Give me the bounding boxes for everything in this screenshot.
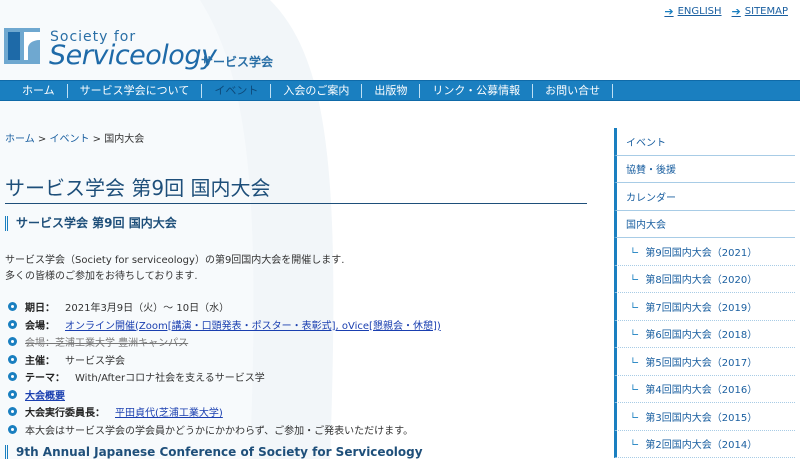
list-item-host: 主催： サービス学会 bbox=[8, 351, 441, 369]
sidebar-item-events[interactable]: イベント bbox=[614, 128, 795, 156]
bullet-icon bbox=[8, 354, 17, 364]
host-value: サービス学会 bbox=[65, 355, 125, 367]
sidebar-subitem-label: 第7回国内大会（2019） bbox=[645, 302, 758, 314]
chair-link[interactable]: 平田貞代(芝浦工業大学) bbox=[115, 404, 223, 419]
corner-icon: ∟ bbox=[631, 300, 640, 312]
sidebar-subitem-label: 第8回国内大会（2020） bbox=[645, 275, 758, 287]
bullet-icon bbox=[8, 372, 17, 382]
list-item-venue: 会場： オンライン開催(Zoom[講演・口頭発表・ポスター・表彰式], oVic… bbox=[8, 316, 441, 334]
sitemap-link[interactable]: ➔ SITEMAP bbox=[732, 5, 788, 18]
date-value: 2021年3月9日（火）～ 10日（水） bbox=[65, 303, 230, 315]
list-item-chair: 大会実行委員長： 平田貞代(芝浦工業大学) bbox=[8, 403, 441, 421]
chair-label: 大会実行委員長： bbox=[25, 408, 105, 420]
event-details-list: 期日： 2021年3月9日（火）～ 10日（水） 会場： オンライン開催(Zoo… bbox=[8, 298, 441, 438]
bullet-icon bbox=[8, 337, 17, 347]
corner-icon: ∟ bbox=[631, 355, 640, 367]
breadcrumb-separator: > bbox=[89, 134, 105, 145]
sidebar-subitem-label: 第5回国内大会（2017） bbox=[645, 357, 758, 369]
sidebar-subitem-3rd[interactable]: ∟ 第3回国内大会（2015） bbox=[614, 403, 795, 431]
corner-icon: ∟ bbox=[631, 383, 640, 395]
note-text: 本大会はサービス学会の学会員かどうかにかかわらず、ご参加・ご発表いただけます。 bbox=[25, 425, 414, 437]
corner-icon: ∟ bbox=[631, 328, 640, 340]
sidebar-subitem-4th[interactable]: ∟ 第4回国内大会（2016） bbox=[614, 375, 795, 403]
list-item-note: 本大会はサービス学会の学会員かどうかにかかわらず、ご参加・ご発表いただけます。 bbox=[8, 421, 441, 439]
intro-line: 多くの皆様のご参加をお待ちしております. bbox=[5, 271, 198, 282]
breadcrumb-separator: > bbox=[34, 134, 50, 145]
arrow-right-icon: ➔ bbox=[664, 5, 674, 18]
bullet-icon bbox=[8, 319, 17, 329]
page-title: サービス学会 第9回 国内大会 bbox=[5, 172, 587, 204]
site-header: Society for Serviceology サービス学会 ➔ ENGLIS… bbox=[0, 0, 800, 80]
bullet-icon bbox=[8, 424, 17, 434]
section-heading: サービス学会 第9回 国内大会 bbox=[5, 216, 177, 231]
sidebar-subitem-label: 第6回国内大会（2018） bbox=[645, 330, 758, 342]
list-item-old-venue: 会場：芝浦工業大学 豊洲キャンパス bbox=[8, 333, 441, 351]
date-label: 期日： bbox=[25, 303, 55, 315]
host-label: 主催： bbox=[25, 355, 55, 367]
sidebar-subitem-9th[interactable]: ∟ 第9回国内大会（2021） bbox=[614, 238, 795, 266]
sidebar-subitem-label: 第2回国内大会（2014） bbox=[645, 440, 758, 452]
nav-item-membership[interactable]: 入会のご案内 bbox=[270, 83, 361, 98]
intro-text: サービス学会（Society for serviceology）の第9回国内大会… bbox=[5, 253, 344, 285]
main-nav: ホーム サービス学会について イベント 入会のご案内 出版物 リンク・公募情報 … bbox=[0, 80, 800, 101]
nav-item-home[interactable]: ホーム bbox=[10, 84, 67, 98]
bullet-icon bbox=[8, 389, 17, 399]
nav-item-contact[interactable]: お問い合せ bbox=[532, 83, 614, 98]
sidebar-subitem-label: 第9回国内大会（2021） bbox=[645, 247, 758, 259]
society-logo-icon[interactable] bbox=[4, 26, 44, 66]
venue-link[interactable]: オンライン開催(Zoom[講演・口頭発表・ポスター・表彰式], oVice[懇親… bbox=[65, 317, 441, 332]
arrow-right-icon: ➔ bbox=[731, 5, 741, 18]
corner-icon: ∟ bbox=[631, 245, 640, 257]
bullet-icon bbox=[8, 407, 17, 417]
intro-line: サービス学会（Society for serviceology）の第9回国内大会… bbox=[5, 255, 345, 266]
breadcrumb-current: 国内大会 bbox=[104, 134, 145, 145]
corner-icon: ∟ bbox=[631, 273, 640, 285]
list-item-date: 期日： 2021年3月9日（火）～ 10日（水） bbox=[8, 298, 441, 316]
sidebar-subitem-label: 第4回国内大会（2016） bbox=[645, 385, 758, 397]
nav-item-about[interactable]: サービス学会について bbox=[66, 83, 202, 98]
english-link-label: ENGLISH bbox=[677, 6, 722, 17]
theme-label: テーマ： bbox=[25, 373, 65, 385]
sidebar-item-calendar[interactable]: カレンダー bbox=[614, 183, 795, 211]
theme-value: With/Afterコロナ社会を支えるサービス学 bbox=[75, 373, 265, 385]
sidebar-subitem-label: 第3回国内大会（2015） bbox=[645, 412, 758, 424]
nav-item-events[interactable]: イベント bbox=[201, 83, 270, 98]
breadcrumb: ホーム > イベント > 国内大会 bbox=[5, 130, 144, 145]
logo-text-japanese[interactable]: サービス学会 bbox=[201, 53, 273, 70]
sidebar-subitem-7th[interactable]: ∟ 第7回国内大会（2019） bbox=[614, 293, 795, 321]
english-section-heading: 9th Annual Japanese Conference of Societ… bbox=[5, 445, 423, 459]
sidebar-subitem-8th[interactable]: ∟ 第8回国内大会（2020） bbox=[614, 265, 795, 293]
sidebar-subitem-6th[interactable]: ∟ 第6回国内大会（2018） bbox=[614, 320, 795, 348]
corner-icon: ∟ bbox=[631, 438, 640, 450]
sidebar: イベント 協賛・後援 カレンダー 国内大会 ∟ 第9回国内大会（2021） ∟ 第8… bbox=[614, 128, 795, 458]
sitemap-link-label: SITEMAP bbox=[744, 6, 788, 17]
sidebar-subitem-2nd[interactable]: ∟ 第2回国内大会（2014） bbox=[614, 430, 795, 458]
list-item-overview: 大会概要 bbox=[8, 386, 441, 404]
sidebar-subitem-5th[interactable]: ∟ 第5回国内大会（2017） bbox=[614, 348, 795, 376]
nav-item-publications[interactable]: 出版物 bbox=[361, 83, 419, 98]
logo-text-big[interactable]: Serviceology bbox=[49, 40, 217, 71]
bullet-icon bbox=[8, 302, 17, 312]
corner-icon: ∟ bbox=[631, 410, 640, 422]
sidebar-item-domestic-conference[interactable]: 国内大会 bbox=[614, 210, 795, 238]
top-links: ➔ ENGLISH ➔ SITEMAP bbox=[664, 5, 788, 18]
overview-link[interactable]: 大会概要 bbox=[25, 387, 65, 402]
nav-item-links[interactable]: リンク・公募情報 bbox=[419, 83, 532, 98]
venue-label: 会場： bbox=[25, 320, 55, 332]
breadcrumb-event[interactable]: イベント bbox=[49, 134, 89, 145]
english-link[interactable]: ➔ ENGLISH bbox=[664, 5, 721, 18]
sidebar-item-sponsorship[interactable]: 協賛・後援 bbox=[614, 155, 795, 183]
list-item-theme: テーマ： With/Afterコロナ社会を支えるサービス学 bbox=[8, 368, 441, 386]
breadcrumb-home[interactable]: ホーム bbox=[5, 134, 35, 145]
old-venue-text: 会場：芝浦工業大学 豊洲キャンパス bbox=[25, 338, 189, 350]
